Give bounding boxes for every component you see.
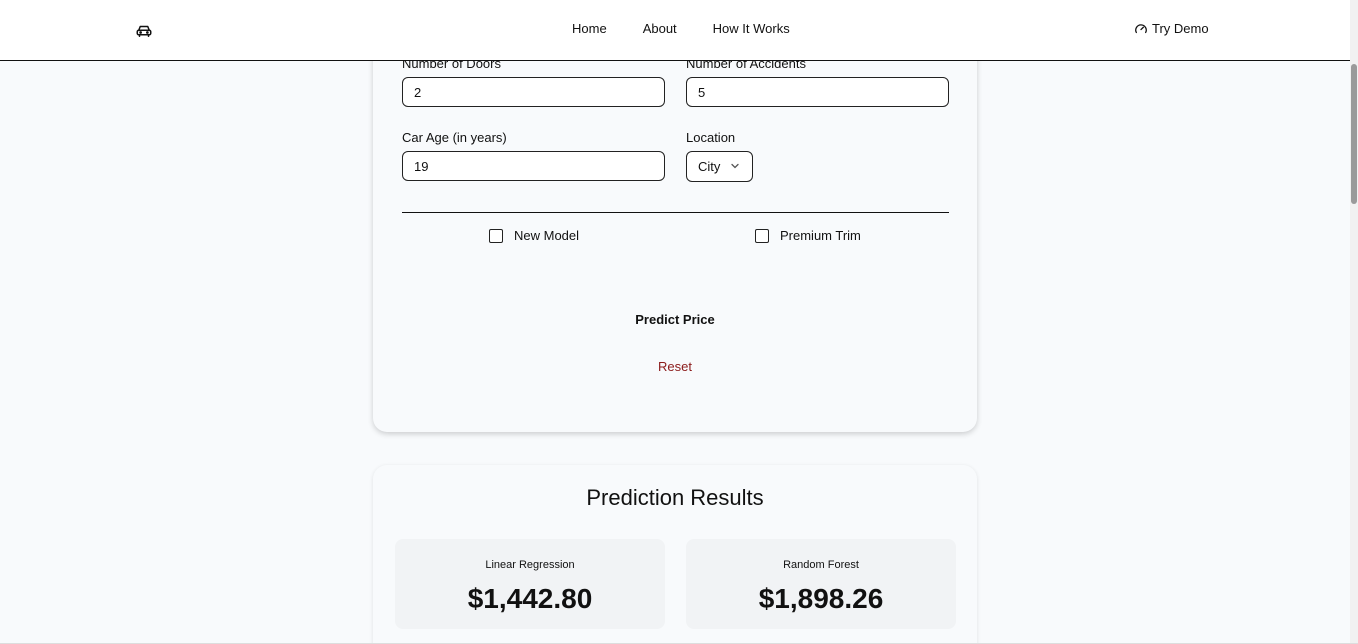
prediction-form-card: Number of Doors 2 Number of Accidents 5 … — [373, 20, 977, 432]
premium-trim-option[interactable]: Premium Trim — [755, 228, 861, 243]
location-selected-value: City — [698, 159, 721, 174]
car-age-input[interactable]: 19 — [402, 151, 665, 181]
car-icon[interactable] — [135, 22, 153, 40]
accidents-input[interactable]: 5 — [686, 77, 949, 107]
try-demo-button[interactable]: Try Demo — [1134, 21, 1209, 36]
location-label: Location — [686, 130, 736, 145]
location-select[interactable]: City — [686, 151, 753, 182]
predict-price-button[interactable]: Predict Price — [373, 312, 977, 327]
form-divider — [402, 212, 949, 213]
reset-button[interactable]: Reset — [373, 359, 977, 374]
prediction-results-card: Prediction Results Linear Regression $1,… — [373, 465, 977, 644]
premium-trim-checkbox[interactable] — [755, 228, 769, 243]
gauge-icon — [1135, 23, 1147, 33]
result-model-name: Random Forest — [783, 559, 859, 571]
new-model-checkbox[interactable] — [489, 228, 503, 243]
nav-link-home[interactable]: Home — [572, 21, 607, 36]
result-price: $1,898.26 — [758, 583, 884, 614]
scrollbar-track[interactable] — [1350, 0, 1358, 644]
chevron-down-icon — [731, 163, 739, 169]
results-title: Prediction Results — [586, 485, 764, 510]
nav-links: Home About How It Works — [572, 21, 790, 36]
doors-input[interactable]: 2 — [402, 77, 665, 107]
new-model-label: New Model — [514, 228, 580, 243]
nav-link-about[interactable]: About — [643, 21, 677, 36]
result-linear-regression: Linear Regression $1,442.80 — [395, 539, 665, 629]
car-age-label: Car Age (in years) — [402, 130, 507, 145]
result-random-forest: Random Forest $1,898.26 — [686, 539, 956, 629]
scrollbar-thumb[interactable] — [1351, 64, 1357, 204]
navbar: Home About How It Works Try Demo — [0, 0, 1350, 61]
page: Home About How It Works Try Demo Number … — [0, 0, 1358, 644]
premium-trim-label: Premium Trim — [780, 228, 861, 243]
nav-link-how-it-works[interactable]: How It Works — [713, 21, 790, 36]
new-model-option[interactable]: New Model — [489, 228, 579, 243]
try-demo-label: Try Demo — [1152, 21, 1209, 36]
result-model-name: Linear Regression — [485, 559, 575, 571]
result-price: $1,442.80 — [467, 583, 593, 614]
